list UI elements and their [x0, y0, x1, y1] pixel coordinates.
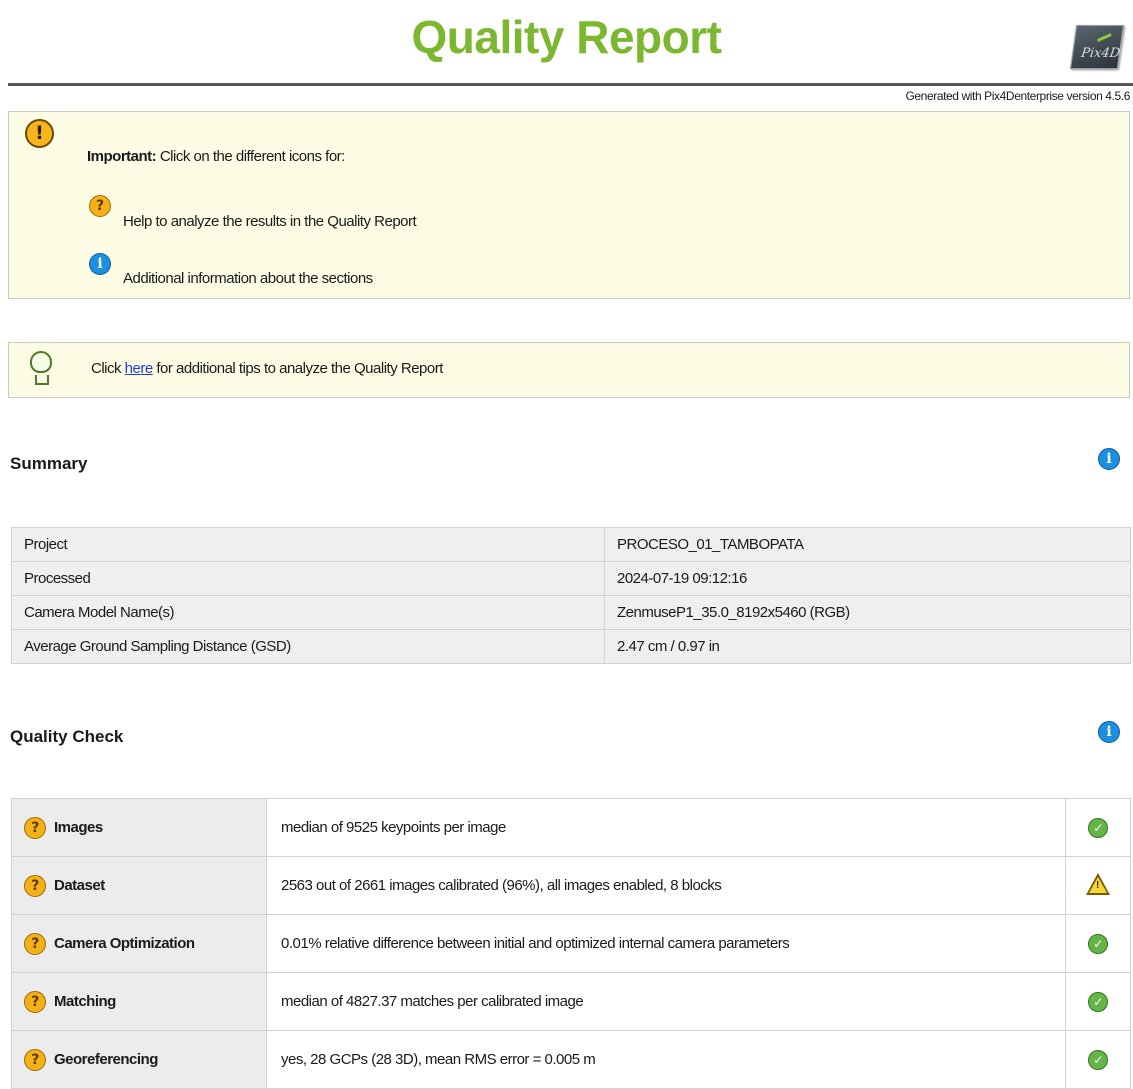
summary-value: 2024-07-19 09:12:16 — [604, 561, 1131, 596]
info-icon[interactable]: i — [89, 253, 111, 275]
table-row: ? Images median of 9525 keypoints per ima… — [11, 798, 1131, 857]
lightbulb-base — [35, 375, 49, 385]
check-value: median of 9525 keypoints per image — [266, 798, 1066, 857]
table-row: Project PROCESO_01_TAMBOPATA — [11, 527, 1131, 562]
check-value: median of 4827.37 matches per calibrated… — [266, 972, 1066, 1031]
important-lead: Important: Click on the different icons … — [87, 148, 345, 165]
tips-notice-box: Click here for additional tips to analyz… — [8, 342, 1130, 398]
summary-table: Project PROCESO_01_TAMBOPATA Processed 2… — [11, 527, 1131, 664]
summary-value: 2.47 cm / 0.97 in — [604, 629, 1131, 664]
lightbulb-icon — [30, 351, 52, 373]
pix4d-logo: Pix4D — [1069, 25, 1125, 69]
check-label: Camera Optimization — [54, 935, 195, 952]
question-icon[interactable]: ? — [24, 816, 46, 839]
check-value: 0.01% relative difference between initia… — [266, 914, 1066, 973]
summary-info-icon[interactable]: i — [1098, 448, 1120, 470]
report-title: Quality Report — [411, 11, 722, 63]
summary-heading: Summary — [10, 454, 88, 473]
question-icon[interactable]: ? — [24, 874, 46, 897]
check-label: Images — [54, 819, 103, 836]
summary-value: PROCESO_01_TAMBOPATA — [604, 527, 1131, 562]
header-divider — [8, 83, 1133, 86]
quality-check-heading: Quality Check — [10, 727, 124, 746]
quality-check-info-icon[interactable]: i — [1098, 721, 1120, 743]
check-circle-icon: ✓ — [1088, 933, 1108, 954]
question-icon[interactable]: ? — [24, 990, 46, 1013]
question-icon[interactable]: ? — [89, 195, 111, 217]
info-description: Additional information about the section… — [123, 270, 373, 287]
question-icon[interactable]: ? — [24, 1048, 46, 1071]
important-notice-box: ! Important: Click on the different icon… — [8, 111, 1130, 299]
quality-check-table: ? Images median of 9525 keypoints per ima… — [11, 798, 1131, 1089]
question-icon[interactable]: ? — [24, 932, 46, 955]
tips-text: Click here for additional tips to analyz… — [91, 360, 443, 377]
summary-label: Camera Model Name(s) — [11, 595, 605, 630]
check-label: Georeferencing — [54, 1051, 158, 1068]
summary-label: Processed — [11, 561, 605, 596]
warning-triangle-icon: ! — [1086, 872, 1110, 895]
check-circle-icon: ✓ — [1088, 817, 1108, 838]
summary-value: ZenmuseP1_35.0_8192x5460 (RGB) — [604, 595, 1131, 630]
help-description: Help to analyze the results in the Quali… — [123, 213, 417, 230]
generated-with-text: Generated with Pix4Denterprise version 4… — [905, 89, 1130, 103]
check-circle-icon: ✓ — [1088, 1049, 1108, 1070]
check-circle-icon: ✓ — [1088, 991, 1108, 1012]
table-row: Camera Model Name(s) ZenmuseP1_35.0_8192… — [11, 595, 1131, 630]
table-row: ? Georeferencing yes, 28 GCPs (28 3D), me… — [11, 1030, 1131, 1089]
tips-link[interactable]: here — [125, 360, 154, 377]
check-value: yes, 28 GCPs (28 3D), mean RMS error = 0… — [266, 1030, 1066, 1089]
check-label: Dataset — [54, 877, 105, 894]
table-row: ? Dataset 2563 out of 2661 images calibra… — [11, 856, 1131, 915]
check-label: Matching — [54, 993, 116, 1010]
summary-label: Project — [11, 527, 605, 562]
table-row: ? Camera Optimization 0.01% relative diff… — [11, 914, 1131, 973]
check-value: 2563 out of 2661 images calibrated (96%)… — [266, 856, 1066, 915]
table-row: Average Ground Sampling Distance (GSD) 2… — [11, 629, 1131, 664]
table-row: ? Matching median of 4827.37 matches per … — [11, 972, 1131, 1031]
table-row: Processed 2024-07-19 09:12:16 — [11, 561, 1131, 596]
exclamation-icon: ! — [25, 119, 54, 148]
summary-label: Average Ground Sampling Distance (GSD) — [11, 629, 605, 664]
